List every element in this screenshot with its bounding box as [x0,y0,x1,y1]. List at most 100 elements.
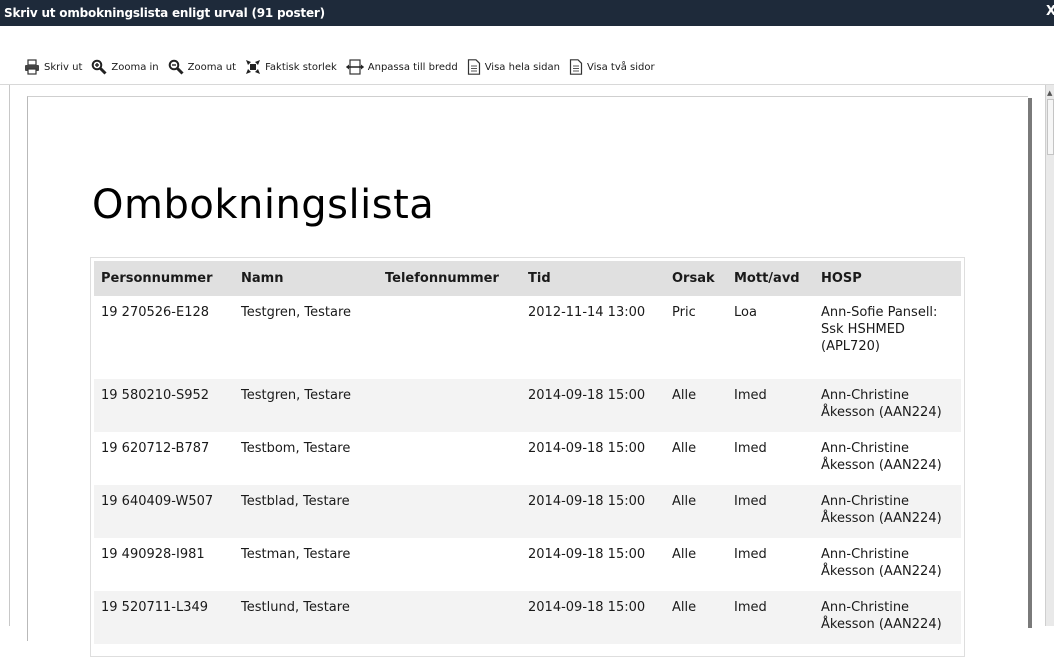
scroll-up-arrow-icon[interactable]: ▲ [1047,89,1052,97]
cell-telefon [378,432,521,485]
cell-telefon [378,591,521,644]
printer-icon [25,59,39,75]
page-shadow [1028,98,1032,628]
cell-telefon [378,379,521,432]
window-titlebar: Skriv ut ombokningslista enligt urval (9… [0,0,1054,26]
table-row: 19 580210-S952 Testgren, Testare 2014-09… [94,379,961,432]
print-preview-toolbar: Skriv ut Zooma in Zooma ut Faktisk storl… [0,26,1054,85]
cell-orsak: Alle [665,485,727,538]
whole-page-label: Visa hela sidan [484,61,560,73]
column-header: Telefonnummer [378,261,521,296]
preview-page: Ombokningslista Personnummer Namn Telefo… [27,96,1028,657]
cell-personnummer: 19 270526-E128 [94,296,234,379]
cell-hosp: Ann-Christine Åkesson (AAN224) [814,591,961,644]
document-title: Ombokningslista [92,182,435,228]
hosp-line: Ann-Christine [821,388,910,403]
cell-hosp: Ann-Sofie Pansell: Ssk HSHMED (APL720) [814,296,961,379]
hosp-line: Ssk HSHMED [821,322,905,337]
vertical-scrollbar[interactable]: ▲ [1045,85,1054,626]
zoom-in-label: Zooma in [111,61,159,73]
fit-width-label: Anpassa till bredd [367,61,458,73]
cell-orsak: Pric [665,296,727,379]
cell-tid: 2014-09-18 15:00 [521,591,665,644]
column-header: Personnummer [94,261,234,296]
cell-telefon [378,485,521,538]
table-row: 19 620712-B787 Testbom, Testare 2014-09-… [94,432,961,485]
column-header: Orsak [665,261,727,296]
column-header: Namn [234,261,378,296]
cell-tid: 2014-09-18 15:00 [521,538,665,591]
hosp-line: (APL720) [821,339,880,354]
cell-namn: Testlund, Testare [234,591,378,644]
preview-viewport[interactable]: Ombokningslista Personnummer Namn Telefo… [10,85,1045,657]
page-icon [467,59,480,75]
cell-hosp: Ann-Christine Åkesson (AAN224) [814,538,961,591]
hosp-line: Ann-Christine [821,494,910,509]
hosp-line: Åkesson (AAN224) [821,511,942,526]
cell-hosp: Ann-Christine Åkesson (AAN224) [814,485,961,538]
table-row: 19 640409-W507 Testblad, Testare 2014-09… [94,485,961,538]
cell-tid: 2012-11-14 13:00 [521,296,665,379]
print-label: Skriv ut [44,61,83,73]
cell-orsak: Alle [665,538,727,591]
table-header-row: Personnummer Namn Telefonnummer Tid Orsa… [94,261,961,296]
two-pages-button[interactable]: Visa två sidor [569,59,655,75]
fit-width-icon [345,59,364,75]
print-button[interactable]: Skriv ut [24,59,82,75]
close-button[interactable]: X [1046,4,1054,19]
cell-mott: Imed [727,591,814,644]
zoom-out-icon [168,59,184,75]
cell-hosp: Ann-Christine Åkesson (AAN224) [814,432,961,485]
cell-orsak: Alle [665,379,727,432]
cell-hosp: Ann-Christine Åkesson (AAN224) [814,379,961,432]
hosp-line: Ann-Christine [821,547,910,562]
table-row: 19 520711-L349 Testlund, Testare 2014-09… [94,591,961,644]
whole-page-button[interactable]: Visa hela sidan [467,59,560,75]
cell-mott: Imed [727,432,814,485]
hosp-line: Åkesson (AAN224) [821,405,942,420]
hosp-line: Ann-Christine [821,441,910,456]
column-header: HOSP [814,261,961,296]
actual-size-label: Faktisk storlek [265,61,337,73]
cell-orsak: Alle [665,432,727,485]
fit-width-button[interactable]: Anpassa till bredd [345,59,458,75]
cell-personnummer: 19 640409-W507 [94,485,234,538]
cell-personnummer: 19 580210-S952 [94,379,234,432]
cell-tid: 2014-09-18 15:00 [521,379,665,432]
cell-telefon [378,296,521,379]
cell-personnummer: 19 490928-I981 [94,538,234,591]
scrollbar-thumb[interactable] [1047,99,1054,155]
rebooking-table-frame: Personnummer Namn Telefonnummer Tid Orsa… [90,257,965,657]
column-header: Tid [521,261,665,296]
hosp-line: Åkesson (AAN224) [821,564,942,579]
rebooking-table: Personnummer Namn Telefonnummer Tid Orsa… [94,261,961,644]
hosp-line: Ann-Christine [821,600,910,615]
table-row: 19 270526-E128 Testgren, Testare 2012-11… [94,296,961,379]
actual-size-button[interactable]: Faktisk storlek [245,59,337,75]
cell-tid: 2014-09-18 15:00 [521,485,665,538]
cell-telefon [378,538,521,591]
cell-mott: Imed [727,538,814,591]
actual-size-icon [246,60,261,74]
cell-namn: Testbom, Testare [234,432,378,485]
cell-namn: Testblad, Testare [234,485,378,538]
zoom-out-label: Zooma ut [187,61,237,73]
two-pages-icon [569,59,583,75]
hosp-line: Åkesson (AAN224) [821,617,942,632]
cell-namn: Testman, Testare [234,538,378,591]
cell-namn: Testgren, Testare [234,296,378,379]
cell-tid: 2014-09-18 15:00 [521,432,665,485]
cell-mott: Imed [727,379,814,432]
hosp-line: Åkesson (AAN224) [821,458,942,473]
cell-orsak: Alle [665,591,727,644]
column-header: Mott/avd [727,261,814,296]
zoom-out-button[interactable]: Zooma ut [168,59,236,75]
zoom-in-button[interactable]: Zooma in [91,59,159,75]
hosp-line: Ann-Sofie Pansell: [821,305,938,320]
zoom-in-icon [92,59,107,75]
window-title: Skriv ut ombokningslista enligt urval (9… [4,6,325,20]
cell-mott: Loa [727,296,814,379]
cell-personnummer: 19 620712-B787 [94,432,234,485]
cell-namn: Testgren, Testare [234,379,378,432]
cell-mott: Imed [727,485,814,538]
